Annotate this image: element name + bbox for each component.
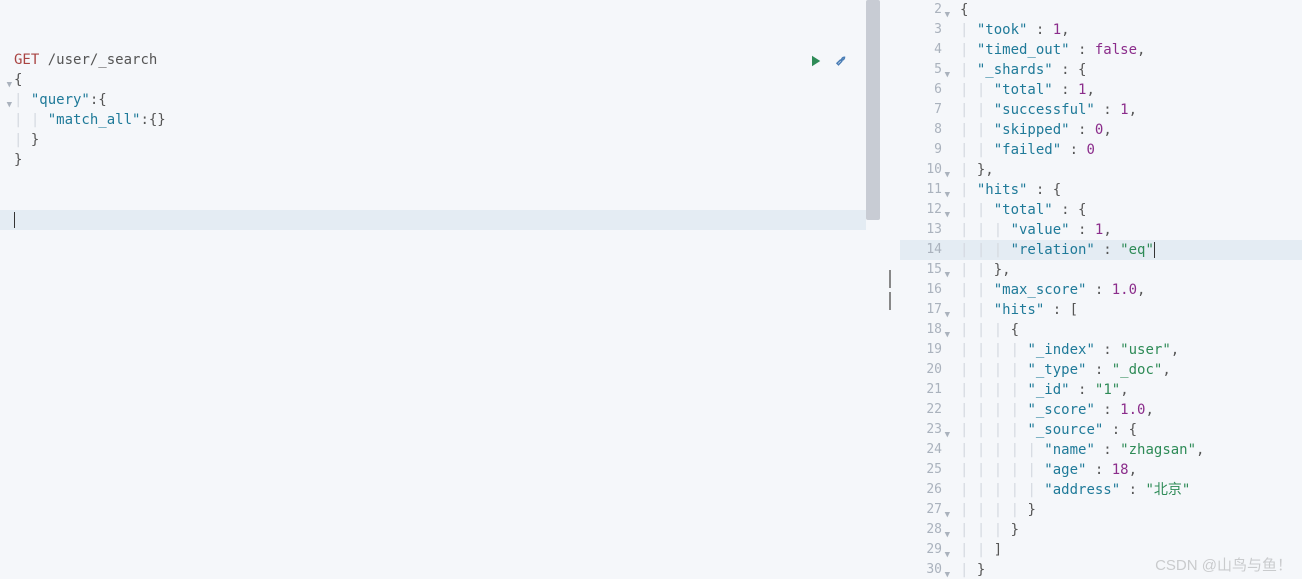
request-gutter: ▼▼ xyxy=(0,0,10,170)
http-method: GET xyxy=(14,52,39,68)
response-line: | | | } xyxy=(960,520,1302,540)
code-line[interactable]: | "query":{ xyxy=(14,90,166,110)
response-line: | | "successful" : 1, xyxy=(960,100,1302,120)
response-line: | }, xyxy=(960,160,1302,180)
response-gutter: 2▼345▼678910▼11▼12▼131415▼1617▼18▼192021… xyxy=(900,0,948,579)
left-scrollbar[interactable] xyxy=(866,0,880,579)
response-line: | | "total" : 1, xyxy=(960,80,1302,100)
pane-divider[interactable] xyxy=(880,0,900,579)
drag-handle-icon[interactable] xyxy=(887,270,893,310)
watermark-text: CSDN @山鸟与鱼！ xyxy=(1155,554,1292,575)
response-line: | | "failed" : 0 xyxy=(960,140,1302,160)
response-line: | | | | "_type" : "_doc", xyxy=(960,360,1302,380)
response-line: | | "hits" : [ xyxy=(960,300,1302,320)
code-line[interactable]: | } xyxy=(14,130,166,150)
response-viewer[interactable]: 2▼345▼678910▼11▼12▼131415▼1617▼18▼192021… xyxy=(900,0,1302,579)
response-line: | | | { xyxy=(960,320,1302,340)
play-icon[interactable] xyxy=(806,52,824,74)
http-path: /user/_search xyxy=(48,52,158,68)
response-line: | "timed_out" : false, xyxy=(960,40,1302,60)
response-line: | | | "relation" : "eq" xyxy=(960,240,1302,260)
response-line: | | | | | "name" : "zhagsan", xyxy=(960,440,1302,460)
response-code: {| "took" : 1,| "timed_out" : false,| "_… xyxy=(960,0,1302,579)
response-line: | | | | "_id" : "1", xyxy=(960,380,1302,400)
response-line: | "hits" : { xyxy=(960,180,1302,200)
code-line[interactable]: | | "match_all":{} xyxy=(14,110,166,130)
response-line: | "_shards" : { xyxy=(960,60,1302,80)
response-line: | | | "value" : 1, xyxy=(960,220,1302,240)
code-line[interactable]: { xyxy=(14,70,166,90)
response-line: | "took" : 1, xyxy=(960,20,1302,40)
response-line: | | | | "_score" : 1.0, xyxy=(960,400,1302,420)
response-line: | | "total" : { xyxy=(960,200,1302,220)
request-code[interactable]: GET /user/_search {| "query":{| | "match… xyxy=(14,50,166,230)
request-actions xyxy=(806,52,852,74)
wrench-icon[interactable] xyxy=(834,52,852,74)
left-scrollbar-thumb[interactable] xyxy=(866,0,880,220)
response-line: | | | | "_source" : { xyxy=(960,420,1302,440)
response-line: | | "skipped" : 0, xyxy=(960,120,1302,140)
editor-cursor xyxy=(14,212,15,228)
response-line: { xyxy=(960,0,1302,20)
code-line[interactable]: } xyxy=(14,150,166,170)
response-line: | | | | } xyxy=(960,500,1302,520)
response-line: | | }, xyxy=(960,260,1302,280)
response-line: | | | | | "address" : "北京" xyxy=(960,480,1302,500)
response-line: | | "max_score" : 1.0, xyxy=(960,280,1302,300)
response-line: | | | | "_index" : "user", xyxy=(960,340,1302,360)
response-line: | | | | | "age" : 18, xyxy=(960,460,1302,480)
request-editor[interactable]: ▼▼ GET /user/_search {| "query":{| | "ma… xyxy=(0,0,880,579)
